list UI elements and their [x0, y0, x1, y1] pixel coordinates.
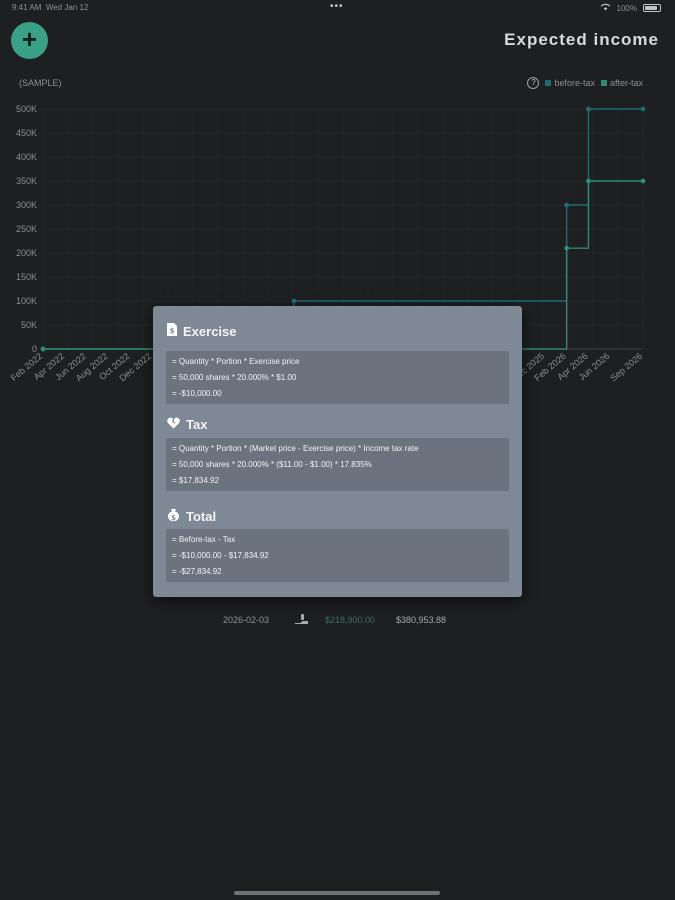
formula-line: = Quantity * Portion * (Market price - E… [172, 444, 419, 453]
tax-section-title: Tax [167, 417, 207, 432]
data-point-before-tax [640, 106, 646, 112]
y-tick-label: 100K [16, 296, 37, 306]
data-point-before-tax [586, 106, 591, 112]
sample-label: (SAMPLE) [19, 78, 62, 88]
calculation-popup: $ Exercise = Quantity * Portion * Exerci… [153, 306, 522, 597]
chart-legend: ? before-tax after-tax [527, 77, 643, 89]
wifi-icon [600, 3, 611, 13]
data-point-after-tax [564, 245, 570, 251]
y-tick-label: 200K [16, 248, 37, 258]
formula-line: = -$27,834.92 [172, 567, 222, 576]
y-tick-label: 150K [16, 272, 37, 282]
legend-after-tax[interactable]: after-tax [600, 78, 643, 88]
formula-line: = -$10,000.00 - $17,834.92 [172, 551, 269, 560]
page-title: Expected income [504, 30, 659, 49]
status-time: 9:41 AM Wed Jan 12 [12, 3, 89, 12]
data-point-after-tax [586, 178, 591, 184]
formula-line: = $17,834.92 [172, 476, 219, 485]
svg-text:$: $ [171, 514, 176, 522]
add-button[interactable]: + [11, 22, 48, 59]
svg-text:$: $ [170, 327, 175, 335]
data-point-after-tax [40, 346, 46, 352]
help-icon[interactable]: ? [527, 77, 540, 89]
row-after-tax: $380,953.88 [396, 615, 447, 625]
y-tick-label: 400K [16, 152, 37, 162]
tax-formula-box: = Quantity * Portion * (Market price - E… [166, 438, 509, 491]
legend-swatch-after [600, 80, 607, 86]
money-bag-icon: $ [167, 508, 180, 525]
formula-line: = 50,000 shares * 20.000% * $1.00 [172, 373, 297, 382]
legend-before-tax[interactable]: before-tax [545, 78, 595, 88]
y-tick-label: 450K [16, 128, 37, 138]
y-tick-label: 300K [16, 200, 37, 210]
battery-icon [643, 4, 661, 12]
row-date: 2026-02-03 [223, 615, 270, 625]
status-right: 100% [600, 3, 661, 13]
formula-line: = Before-tax - Tax [172, 535, 236, 544]
data-point-before-tax [291, 298, 297, 304]
formula-line: = 50,000 shares * 20.000% * ($11.00 - $1… [172, 460, 372, 469]
hand-money-icon [294, 612, 310, 629]
formula-line: = -$10,000.00 [172, 389, 222, 398]
total-formula-box: = Before-tax - Tax = -$10,000.00 - $17,8… [166, 529, 509, 582]
document-dollar-icon: $ [167, 323, 177, 339]
legend-swatch-before [545, 80, 552, 86]
multitasking-dots-icon[interactable]: ••• [330, 1, 344, 12]
y-tick-label: 50K [21, 320, 37, 330]
battery-percentage: 100% [616, 3, 637, 13]
y-tick-label: 350K [16, 176, 37, 186]
exercise-section-title: $ Exercise [167, 323, 237, 339]
status-bar: 9:41 AM Wed Jan 12 ••• 100% [0, 0, 675, 16]
home-indicator[interactable] [234, 891, 440, 895]
row-before-tax: $218,900.00 [325, 615, 376, 625]
data-point-before-tax [564, 202, 570, 208]
y-tick-label: 250K [16, 224, 37, 234]
x-tick-label: Sep 2026 [608, 351, 644, 383]
formula-line: = Quantity * Portion * Exercise price [172, 357, 300, 366]
broken-heart-icon [167, 417, 180, 432]
total-section-title: $ Total [167, 508, 216, 525]
y-tick-label: 500K [16, 104, 37, 114]
exercise-formula-box: = Quantity * Portion * Exercise price = … [166, 351, 509, 404]
data-point-after-tax [640, 178, 646, 184]
